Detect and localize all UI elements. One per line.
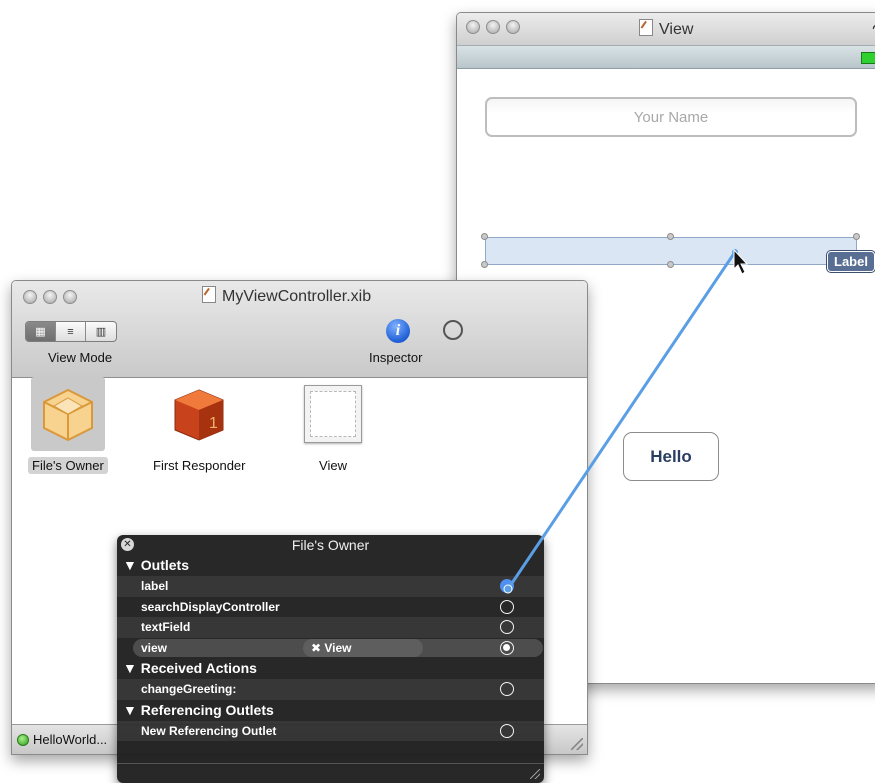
view-icon [296,377,370,451]
zoom-window-button[interactable] [63,290,77,304]
view-item[interactable]: View [296,377,370,474]
document-icon [639,19,653,36]
minimize-window-button[interactable] [486,20,500,34]
outlet-row-searchdisplaycontroller: searchDisplayController [117,597,544,618]
list-view-button[interactable]: ≡ [56,322,86,341]
referencing-outlet-name: New Referencing Outlet [141,723,277,738]
view-mode-label: View Mode [48,350,113,365]
referencing-outlets-section-header[interactable]: ▼ Referencing Outlets [117,700,544,721]
connections-panel-titlebar[interactable]: ✕ File's Owner [117,535,544,555]
resize-handle[interactable] [481,233,488,240]
name-text-field[interactable]: Your Name [485,97,857,137]
connection-status-icon [17,734,29,746]
connections-panel: ✕ File's Owner ▼ Outlets label searchDis… [117,535,544,783]
desktop: View ↷ Your Name Label Hello MyViewCo [0,0,875,783]
view-window-title: View [639,19,693,39]
files-owner-label: File's Owner [28,457,108,474]
action-name: changeGreeting: [141,682,237,696]
first-responder-item[interactable]: 1 First Responder [149,377,249,474]
resize-handle[interactable] [481,261,488,268]
resize-handle[interactable] [667,261,674,268]
minimize-window-button[interactable] [43,290,57,304]
outlet-row-textfield: textField [117,617,544,638]
resize-grip-icon[interactable] [571,738,583,750]
view-window-titlebar[interactable]: View ↷ [457,13,875,45]
outlet-name: searchDisplayController [141,599,280,614]
resize-handle[interactable] [667,233,674,240]
simulated-status-bar [457,45,875,69]
received-actions-section-header[interactable]: ▼ Received Actions [117,658,544,679]
connection-circle[interactable] [500,620,514,634]
hello-button[interactable]: Hello [623,432,719,481]
resize-handle[interactable] [853,233,860,240]
window-controls [466,20,520,34]
close-icon[interactable]: ✕ [121,538,134,551]
connection-circle[interactable] [500,599,514,614]
view-mode-control: ▦ ≡ ▥ [25,321,117,342]
label-type-badge: Label [827,251,875,272]
inspector-icon[interactable]: i [386,319,410,343]
view-window-title-text: View [659,21,694,38]
xib-window-title: MyViewController.xib [202,286,371,306]
connection-circle[interactable] [500,579,514,593]
outlets-section-header[interactable]: ▼ Outlets [117,555,544,576]
files-owner-item[interactable]: File's Owner [28,377,108,474]
connection-target-view[interactable]: ✖ View [303,638,423,657]
outlet-row-label: label [117,576,544,597]
outlet-name: textField [141,620,191,634]
close-window-button[interactable] [23,290,37,304]
resize-grip-icon[interactable] [530,769,540,779]
icon-view-button[interactable]: ▦ [26,322,56,341]
new-referencing-outlet-row: New Referencing Outlet [117,720,544,741]
xib-window-title-text: MyViewController.xib [222,288,372,305]
close-window-button[interactable] [466,20,480,34]
project-status-text: HelloWorld... [33,732,108,747]
action-row-changegreeting: changeGreeting: [117,679,544,700]
window-controls [23,290,77,304]
panel-footer [117,763,544,783]
column-view-button[interactable]: ▥ [86,322,116,341]
outlet-row-view: view ✖ View [117,638,544,659]
view-item-label: View [319,458,347,473]
outlet-name: view [141,640,168,655]
outlet-name: label [141,579,169,593]
search-icon[interactable] [443,320,463,340]
cube-icon [30,377,105,451]
connection-circle[interactable] [500,640,514,655]
first-responder-label: First Responder [153,458,246,473]
first-responder-icon: 1 [162,377,236,451]
connection-circle[interactable] [500,723,514,738]
connection-circle[interactable] [500,682,514,696]
document-icon [202,286,216,303]
name-text-field-placeholder: Your Name [633,108,709,126]
zoom-window-button[interactable] [506,20,520,34]
xib-window-toolbar: MyViewController.xib ▦ ≡ ▥ View Mode i I… [12,281,587,378]
battery-icon [861,52,875,64]
inspector-label[interactable]: Inspector [369,350,422,365]
svg-text:1: 1 [209,415,218,432]
connections-panel-title: File's Owner [291,537,370,553]
